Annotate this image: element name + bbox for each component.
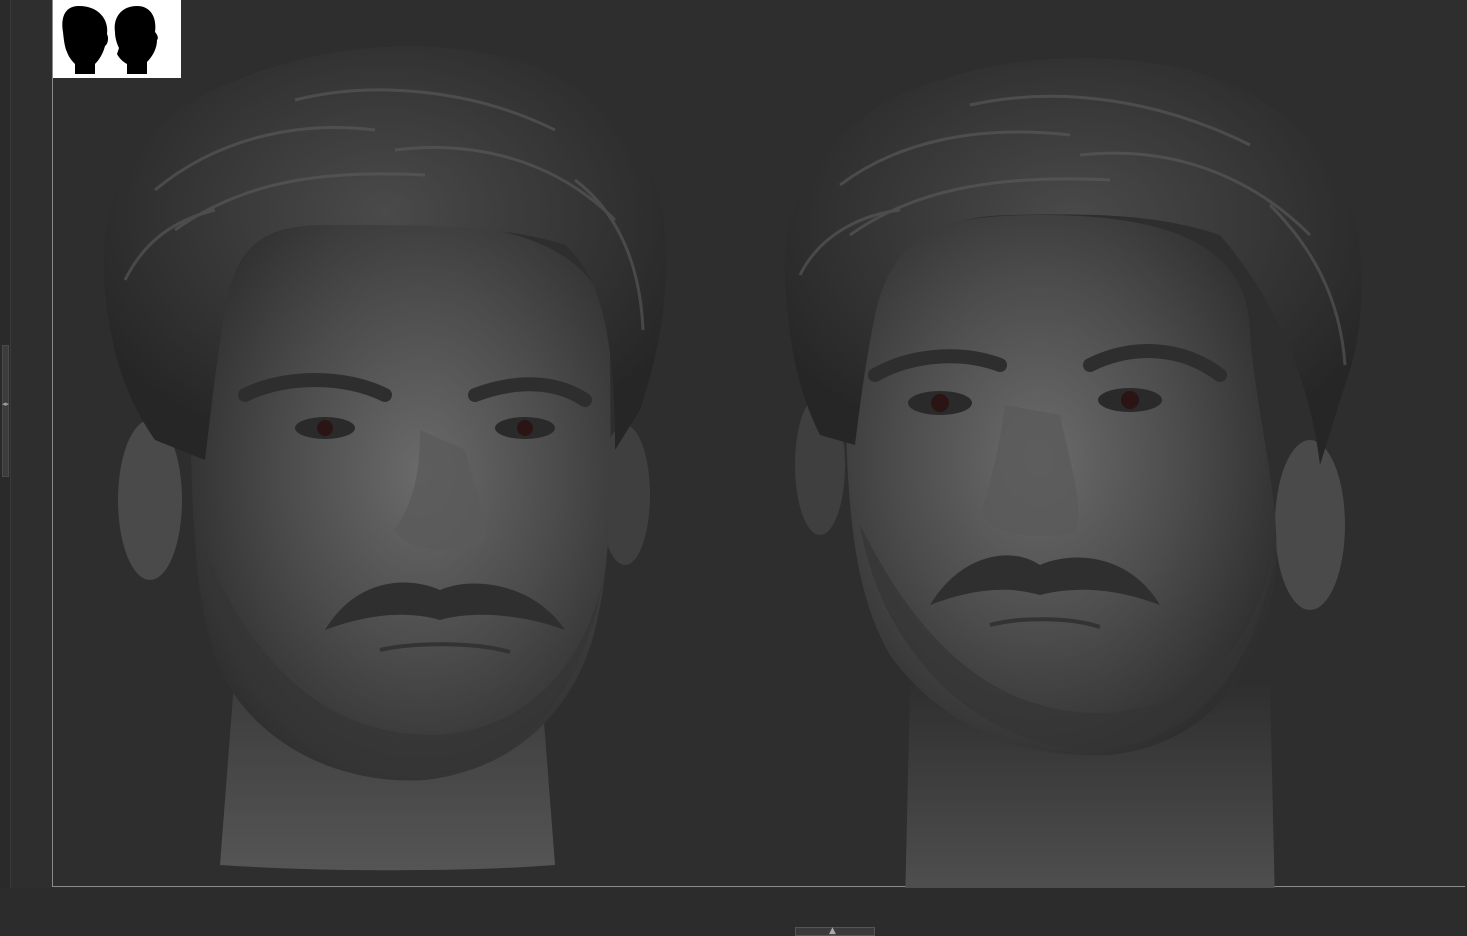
bottom-tray <box>0 888 1467 936</box>
bottom-tray-toggle-icon[interactable]: ▲ <box>829 926 836 936</box>
head-sculpt-left[interactable] <box>95 30 675 875</box>
3d-viewport[interactable]: ◂▸ ▲ <box>0 0 1467 936</box>
left-tray-edge[interactable]: ◂▸ <box>0 0 11 936</box>
tray-toggle-icon[interactable]: ◂▸ <box>2 400 9 408</box>
left-tray-handle[interactable] <box>2 345 9 477</box>
head-sculpt-right[interactable] <box>780 45 1370 915</box>
